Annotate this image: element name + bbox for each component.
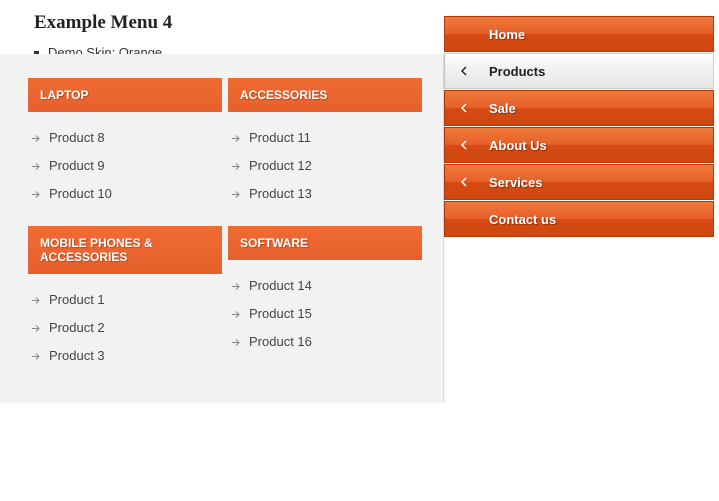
nav-item-home[interactable]: Home [444,16,714,52]
mega-link-label: Product 14 [249,272,312,300]
mega-link[interactable]: Product 9 [32,152,222,180]
nav-item-label: Products [489,64,545,79]
arrow-right-icon [232,282,241,291]
mega-column-accessories: ACCESSORIES Product 11 Product 12 Produc… [228,78,422,226]
mega-column-mobile: MOBILE PHONES & ACCESSORIES Product 1 Pr… [28,226,222,388]
mega-link-label: Product 9 [49,152,105,180]
mega-column-heading: SOFTWARE [228,226,422,260]
mega-menu-panel: LAPTOP Product 8 Product 9 Product 10 AC… [0,54,444,402]
mega-link[interactable]: Product 3 [32,342,222,370]
nav-item-sale[interactable]: Sale [444,90,714,126]
arrow-right-icon [32,162,41,171]
nav-item-label: Sale [489,101,516,116]
mega-link-label: Product 3 [49,342,105,370]
nav-item-label: Services [489,175,543,190]
arrow-right-icon [232,134,241,143]
mega-column-heading: LAPTOP [28,78,222,112]
arrow-right-icon [32,134,41,143]
mega-column-laptop: LAPTOP Product 8 Product 9 Product 10 [28,78,222,226]
arrow-right-icon [32,324,41,333]
chevron-left-icon [461,140,467,150]
nav-item-contact-us[interactable]: Contact us [444,201,714,237]
mega-link-label: Product 11 [249,124,311,152]
nav-item-products[interactable]: Products [444,53,714,89]
mega-link[interactable]: Product 8 [32,124,222,152]
mega-column-software: SOFTWARE Product 14 Product 15 Product 1… [228,226,422,388]
arrow-right-icon [232,310,241,319]
mega-link[interactable]: Product 1 [32,286,222,314]
nav-item-services[interactable]: Services [444,164,714,200]
mega-link-label: Product 10 [49,180,112,208]
arrow-right-icon [232,162,241,171]
mega-link-label: Product 15 [249,300,312,328]
arrow-right-icon [32,190,41,199]
mega-column-heading: ACCESSORIES [228,78,422,112]
nav-item-label: About Us [489,138,547,153]
mega-link[interactable]: Product 14 [232,272,422,300]
mega-link-label: Product 1 [49,286,105,314]
mega-link-label: Product 16 [249,328,312,356]
chevron-left-icon [461,177,467,187]
nav-item-label: Contact us [489,212,556,227]
mega-link-label: Product 2 [49,314,105,342]
mega-link-label: Product 13 [249,180,312,208]
mega-link[interactable]: Product 16 [232,328,422,356]
chevron-left-icon [461,103,467,113]
mega-link[interactable]: Product 12 [232,152,422,180]
mega-column-heading: MOBILE PHONES & ACCESSORIES [28,226,222,274]
vertical-nav: Home Products Sale About Us Services Con… [444,16,714,238]
chevron-left-icon [461,66,467,76]
mega-link-label: Product 12 [249,152,312,180]
mega-link[interactable]: Product 13 [232,180,422,208]
arrow-right-icon [32,296,41,305]
nav-item-label: Home [489,27,525,42]
nav-item-about-us[interactable]: About Us [444,127,714,163]
mega-link[interactable]: Product 2 [32,314,222,342]
arrow-right-icon [232,190,241,199]
arrow-right-icon [32,352,41,361]
mega-link[interactable]: Product 10 [32,180,222,208]
mega-link[interactable]: Product 11 [232,124,422,152]
mega-link[interactable]: Product 15 [232,300,422,328]
mega-link-label: Product 8 [49,124,105,152]
arrow-right-icon [232,338,241,347]
